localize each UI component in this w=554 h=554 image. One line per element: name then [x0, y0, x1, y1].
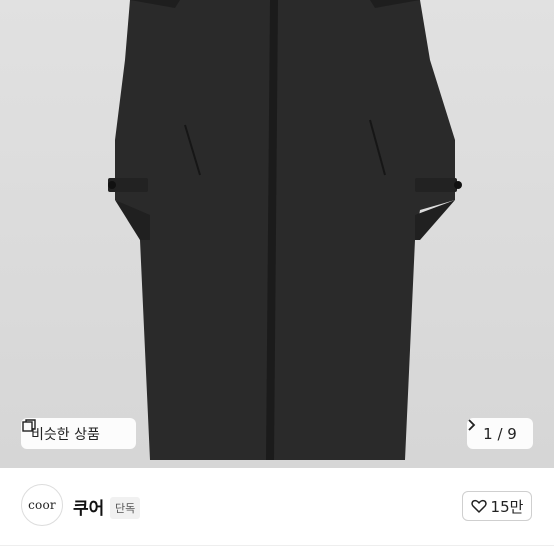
similar-products-button[interactable]: 비슷한 상품: [21, 418, 136, 449]
similar-products-label: 비슷한 상품: [31, 426, 100, 443]
seller-avatar-text: coor: [28, 498, 56, 512]
seller-name[interactable]: 쿠어: [73, 494, 104, 519]
similar-icon: [22, 419, 36, 432]
seller-avatar[interactable]: coor: [21, 484, 63, 526]
divider: [0, 545, 554, 546]
coat-illustration: [108, 0, 462, 460]
heart-outline-icon: [470, 499, 487, 513]
like-button[interactable]: 15만: [462, 491, 532, 521]
chevron-right-icon: [468, 419, 476, 431]
product-image[interactable]: 비슷한 상품 1 / 9: [0, 0, 554, 468]
image-counter[interactable]: 1 / 9: [467, 418, 533, 449]
image-counter-text: 1 / 9: [483, 424, 517, 443]
like-count: 15만: [490, 497, 524, 516]
exclusive-badge: 단독: [110, 497, 141, 519]
